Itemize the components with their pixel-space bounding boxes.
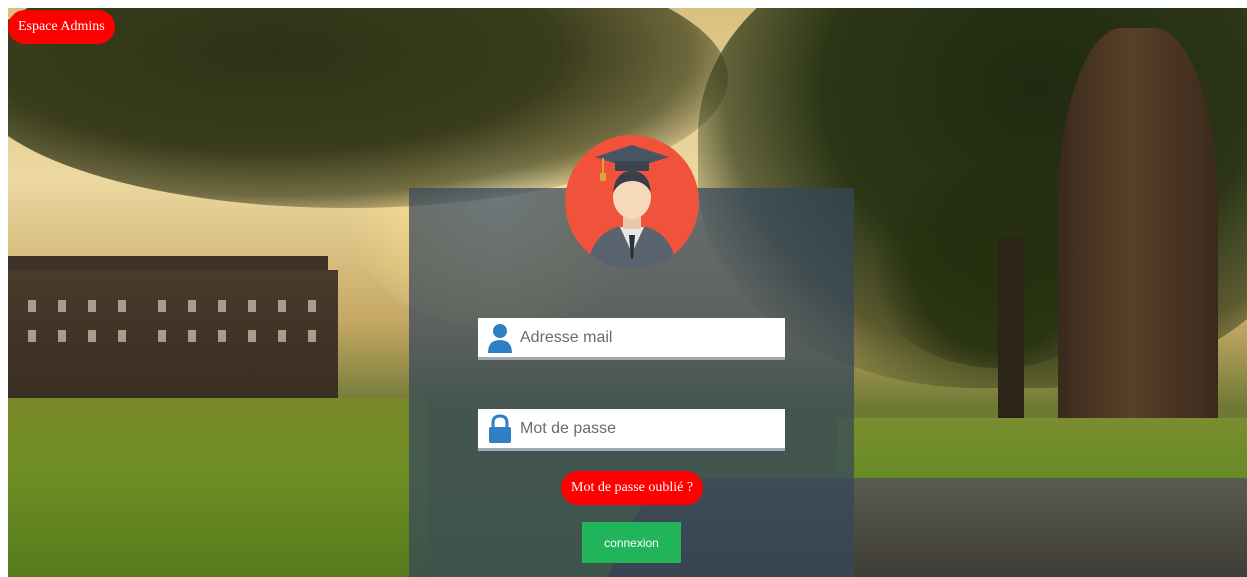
email-field[interactable] xyxy=(478,317,785,360)
admin-space-button[interactable]: Espace Admins xyxy=(8,10,115,44)
user-icon xyxy=(483,321,517,355)
tree-trunk-right xyxy=(1058,28,1218,478)
graduate-student-icon xyxy=(565,135,699,269)
password-input[interactable] xyxy=(517,408,785,449)
forgot-password-button[interactable]: Mot de passe oublié ? xyxy=(561,471,704,505)
lawn-left xyxy=(8,398,428,577)
email-input[interactable] xyxy=(517,317,785,358)
campus-building xyxy=(8,270,338,400)
lock-icon xyxy=(483,412,517,446)
password-field[interactable] xyxy=(478,408,785,451)
login-button[interactable]: connexion xyxy=(582,522,681,563)
tree-trunk-middle xyxy=(998,238,1024,438)
